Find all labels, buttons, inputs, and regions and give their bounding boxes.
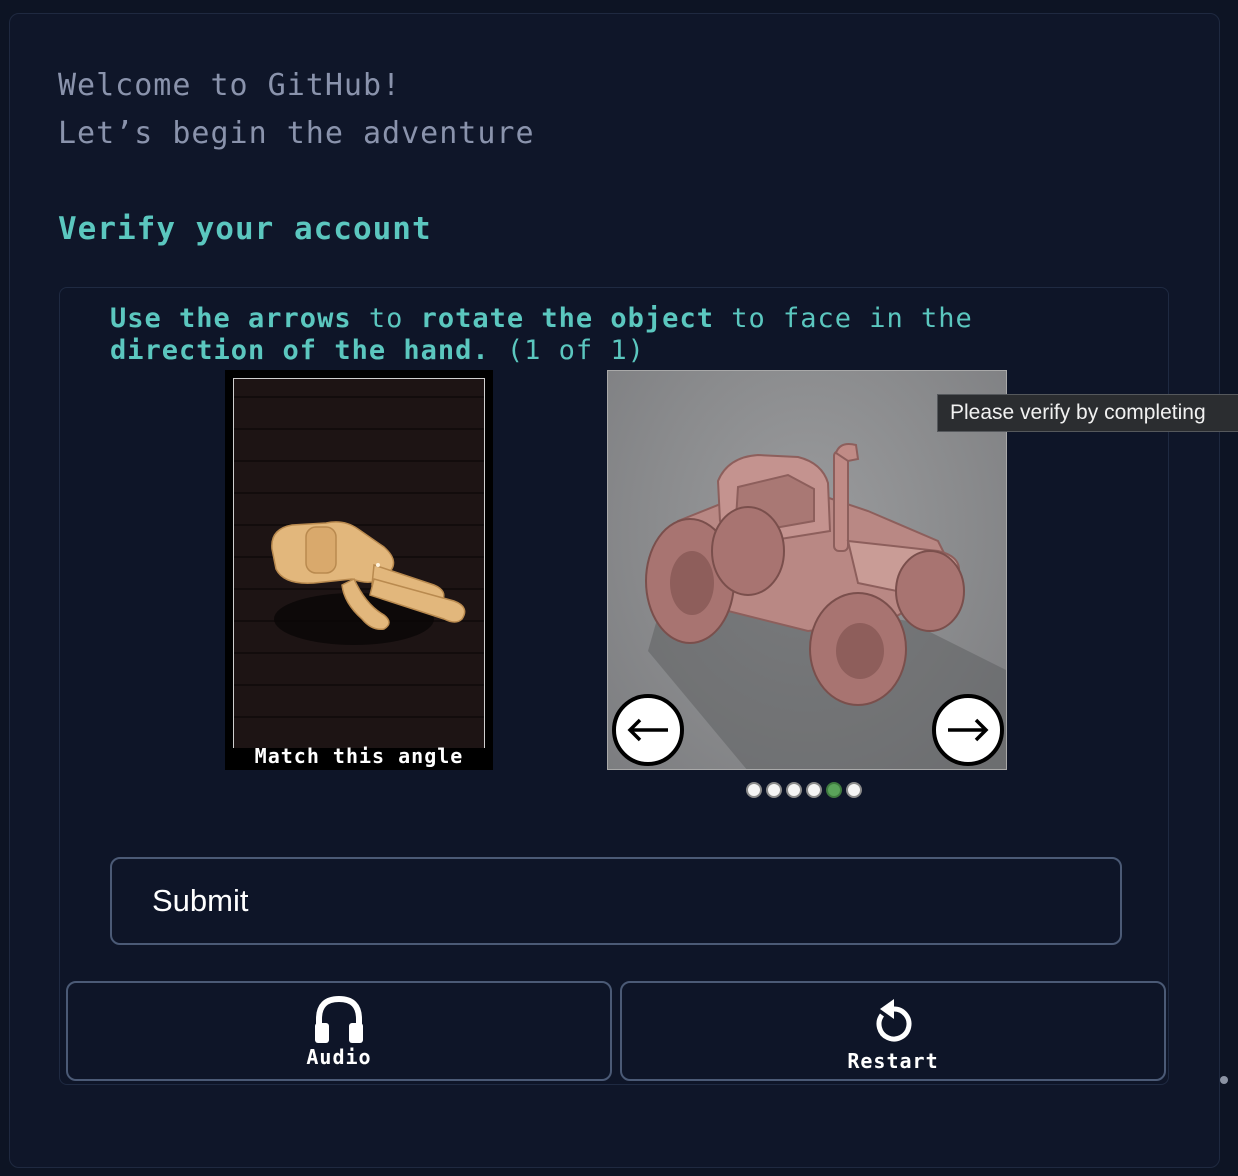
instruction-part: direction of the hand.	[110, 335, 490, 366]
reference-image	[233, 378, 485, 748]
instruction-part: to	[351, 303, 421, 334]
welcome-line-2: Let’s begin the adventure	[58, 116, 535, 151]
submit-button[interactable]: Submit	[110, 857, 1122, 945]
verify-title: Verify your account	[58, 211, 432, 247]
headphones-icon	[315, 995, 363, 1043]
progress-dot	[746, 782, 762, 798]
progress-dot	[806, 782, 822, 798]
instruction-part: to face in the	[713, 303, 973, 334]
captcha-instruction: Use the arrows to rotate the object to f…	[110, 303, 1110, 367]
progress-dot	[846, 782, 862, 798]
hand-illustration	[271, 521, 466, 645]
progress-dot	[826, 782, 842, 798]
progress-dots	[746, 782, 862, 798]
progress-dot	[766, 782, 782, 798]
instruction-part: (1 of 1)	[489, 335, 645, 366]
restart-button[interactable]: Restart	[620, 981, 1166, 1081]
scroll-indicator	[1220, 1076, 1228, 1084]
restart-icon	[876, 999, 912, 1042]
rotate-right-button[interactable]	[932, 694, 1004, 766]
tooltip: Please verify by completing	[937, 394, 1238, 432]
welcome-line-1: Welcome to GitHub!	[58, 68, 402, 103]
instruction-part: rotate the object	[420, 303, 714, 334]
instruction-part: Use the arrows	[110, 303, 352, 334]
arrow-right-icon	[948, 718, 989, 742]
audio-button[interactable]: Audio	[66, 981, 612, 1081]
restart-label: Restart	[847, 1049, 939, 1073]
reference-image-panel: Match this angle	[225, 370, 493, 770]
audio-label: Audio	[306, 1045, 372, 1069]
progress-dot	[786, 782, 802, 798]
reference-label: Match this angle	[254, 744, 464, 768]
arrow-left-icon	[627, 718, 668, 742]
rotate-left-button[interactable]	[612, 694, 684, 766]
